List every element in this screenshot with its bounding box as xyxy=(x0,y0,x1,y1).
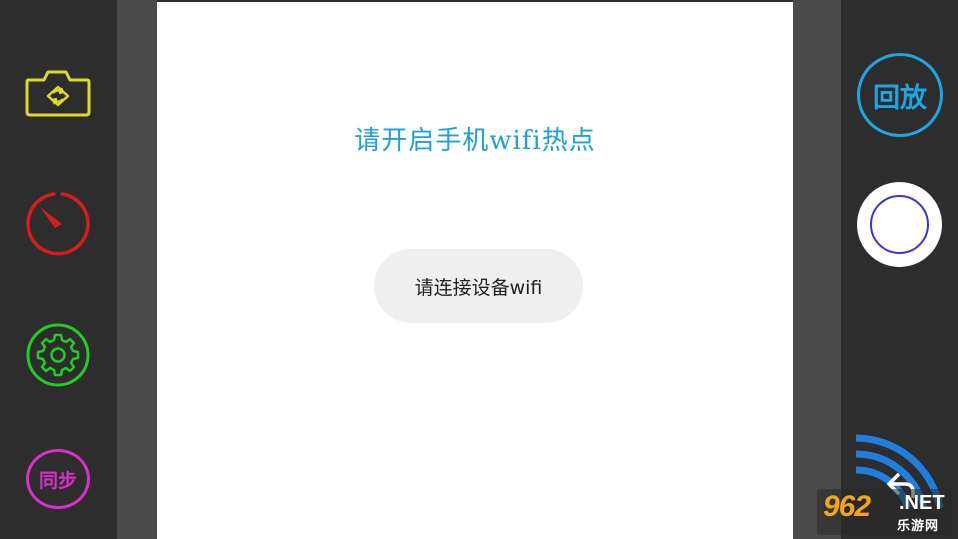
shutter-ring xyxy=(870,195,929,254)
playback-button-label: 回放 xyxy=(873,82,927,114)
camera-switch-icon xyxy=(25,70,91,117)
sync-button[interactable]: 同步 xyxy=(26,449,90,509)
shutter-button[interactable] xyxy=(857,182,942,267)
watermark-site: 乐游网 xyxy=(897,519,940,534)
right-gutter xyxy=(793,0,841,539)
toast-text: 请连接设备wifi xyxy=(414,276,543,299)
playback-button[interactable]: 回放 xyxy=(857,53,943,137)
timer-button[interactable] xyxy=(24,190,92,258)
toast-message: 请连接设备wifi xyxy=(374,249,583,323)
hotspot-instruction: 请开启手机wifi热点 xyxy=(354,126,596,156)
sync-button-label: 同步 xyxy=(38,469,77,492)
watermark-suffix: .NET xyxy=(899,492,945,514)
site-watermark: 962 .NET 乐游网 xyxy=(817,489,953,535)
switch-camera-button[interactable] xyxy=(24,66,92,118)
camera-preview-area: 请开启手机wifi热点 请连接设备wifi xyxy=(157,2,793,539)
left-control-bar: 同步 xyxy=(0,0,117,539)
timer-icon xyxy=(26,192,90,256)
gear-icon xyxy=(26,323,90,387)
watermark-number: 962 xyxy=(823,490,871,523)
left-gutter xyxy=(117,0,157,539)
settings-button[interactable] xyxy=(25,322,91,388)
